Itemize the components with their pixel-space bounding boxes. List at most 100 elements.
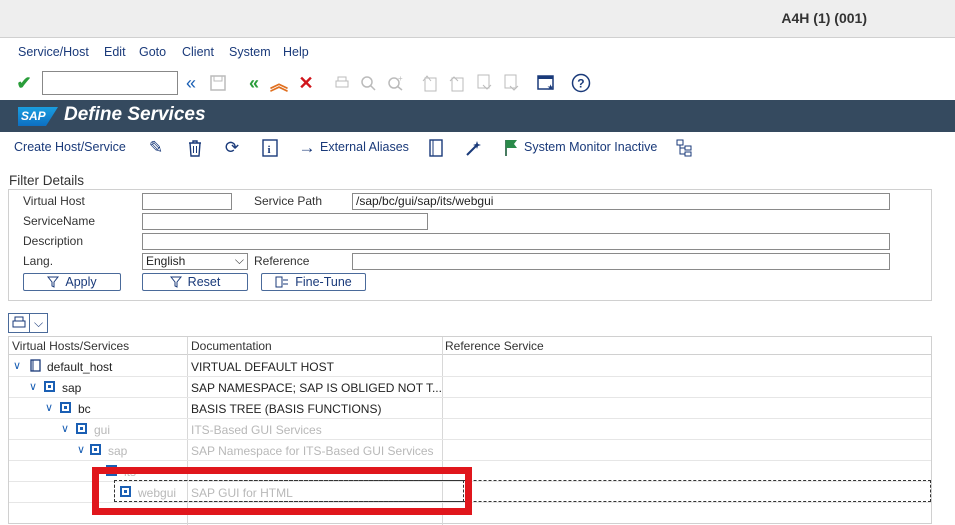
fine-tune-label: Fine-Tune <box>295 275 352 289</box>
create-session-icon[interactable]: ★ <box>535 72 557 94</box>
arrow-right-icon[interactable]: → <box>296 137 318 159</box>
print-tree-icon[interactable] <box>8 313 30 333</box>
page-title: Define Services <box>64 104 206 125</box>
command-field[interactable] <box>42 71 178 95</box>
svg-text:★: ★ <box>547 83 554 92</box>
language-value: English <box>146 254 186 268</box>
external-aliases-button[interactable]: External Aliases <box>320 140 409 154</box>
expand-toggle-icon[interactable]: ∨ <box>13 359 21 372</box>
column-header-documentation[interactable]: Documentation <box>191 339 272 353</box>
flag-icon[interactable] <box>500 137 522 159</box>
filter-details-title: Filter Details <box>9 173 85 188</box>
system-id: A4H (1) (001) <box>781 10 867 26</box>
print-icon[interactable] <box>331 72 353 94</box>
expand-toggle-icon[interactable]: ∨ <box>29 380 37 393</box>
back-icon[interactable]: « <box>243 72 265 94</box>
fine-tune-button[interactable]: Fine-Tune <box>261 273 366 291</box>
service-path-field[interactable]: /sap/bc/gui/sap/its/webgui <box>352 193 890 210</box>
apply-label: Apply <box>65 275 97 289</box>
reset-button[interactable]: Reset <box>142 273 248 291</box>
service-path-label: Service Path <box>254 194 323 208</box>
delete-icon[interactable] <box>184 137 206 159</box>
collapse-cmd-icon[interactable]: « <box>180 72 202 94</box>
menu-service-host[interactable]: Service/Host <box>18 45 89 59</box>
edit-pencil-icon[interactable]: ✎ <box>145 137 167 159</box>
node-label: sap <box>62 381 82 395</box>
node-label: sap <box>108 444 128 458</box>
column-header-reference[interactable]: Reference Service <box>445 339 544 353</box>
help-icon[interactable]: ? <box>570 72 592 94</box>
service-name-label: ServiceName <box>23 214 96 228</box>
find-icon[interactable] <box>357 72 379 94</box>
reset-label: Reset <box>187 275 221 289</box>
create-host-service-button[interactable]: Create Host/Service <box>14 140 126 154</box>
hierarchy-icon[interactable] <box>674 137 696 159</box>
menu-help[interactable]: Help <box>283 45 309 59</box>
print-dropdown-icon[interactable]: ⌵ <box>30 313 48 333</box>
refresh-icon[interactable]: ⟳ <box>221 137 243 159</box>
svg-text:i: i <box>268 144 271 156</box>
fine-tune-icon <box>275 276 289 288</box>
last-page-icon[interactable] <box>500 72 522 94</box>
virtual-host-label: Virtual Host <box>23 194 85 208</box>
tree-row[interactable]: ∨ default_host VIRTUAL DEFAULT HOST <box>9 356 931 377</box>
application-toolbar: Create Host/Service ✎ ⟳ i → External Ali… <box>0 132 955 164</box>
info-icon[interactable]: i <box>259 137 281 159</box>
reference-label: Reference <box>254 254 310 268</box>
previous-page-icon[interactable] <box>446 72 468 94</box>
expand-toggle-icon[interactable]: ∨ <box>45 401 53 414</box>
language-select[interactable]: English ⌵ <box>142 253 248 270</box>
cancel-icon[interactable]: ✕ <box>295 72 317 94</box>
menu-goto[interactable]: Goto <box>139 45 166 59</box>
next-page-icon[interactable] <box>473 72 495 94</box>
reset-filter-icon <box>169 276 182 288</box>
document-icon[interactable] <box>425 137 447 159</box>
tree-header: Virtual Hosts/Services Documentation Ref… <box>9 337 931 355</box>
language-label: Lang. <box>23 254 54 268</box>
reference-field[interactable] <box>352 253 890 270</box>
node-label: bc <box>78 402 91 416</box>
node-documentation: BASIS TREE (BASIS FUNCTIONS) <box>191 402 382 416</box>
host-icon <box>30 359 41 372</box>
service-node-icon <box>44 381 55 392</box>
service-node-icon <box>60 402 71 413</box>
window-titlebar: A4H (1) (001) <box>0 0 955 38</box>
svg-text:?: ? <box>577 77 584 91</box>
find-next-icon[interactable]: + <box>384 72 406 94</box>
menu-bar: Service/Host Edit Goto Client System Hel… <box>0 38 955 66</box>
menu-system[interactable]: System <box>229 45 271 59</box>
save-icon[interactable] <box>207 72 229 94</box>
description-field[interactable] <box>142 233 890 250</box>
first-page-icon[interactable] <box>419 72 441 94</box>
enter-check-icon[interactable]: ✔ <box>13 72 35 94</box>
service-name-field[interactable] <box>142 213 428 230</box>
expand-toggle-icon[interactable]: ∨ <box>61 422 69 435</box>
description-label: Description <box>23 234 84 248</box>
svg-text:+: + <box>398 75 403 83</box>
apply-button[interactable]: Apply <box>23 273 121 291</box>
system-monitor-button[interactable]: System Monitor Inactive <box>524 140 657 154</box>
exit-icon[interactable]: ︽ <box>268 72 290 94</box>
standard-toolbar: ✔ « « ︽ ✕ + ★ ? <box>0 66 955 100</box>
tree-row[interactable]: ∨ sap SAP Namespace for ITS-Based GUI Se… <box>9 440 931 461</box>
node-label: gui <box>94 423 111 437</box>
menu-edit[interactable]: Edit <box>104 45 126 59</box>
tree-row[interactable]: ∨ bc BASIS TREE (BASIS FUNCTIONS) <box>9 398 931 419</box>
node-documentation: SAP NAMESPACE; SAP IS OBLIGED NOT T... <box>191 381 442 395</box>
virtual-host-field[interactable] <box>142 193 232 210</box>
highlight-annotation-box <box>92 467 472 515</box>
column-header-hosts[interactable]: Virtual Hosts/Services <box>12 339 129 353</box>
expand-toggle-icon[interactable]: ∨ <box>77 443 85 456</box>
node-documentation: SAP Namespace for ITS-Based GUI Services <box>191 444 434 458</box>
menu-client[interactable]: Client <box>182 45 214 59</box>
node-documentation: ITS-Based GUI Services <box>191 423 322 437</box>
service-node-icon <box>90 444 101 455</box>
tree-row[interactable]: ∨ gui ITS-Based GUI Services <box>9 419 931 440</box>
service-node-icon <box>76 423 87 434</box>
magic-wand-icon[interactable] <box>462 137 484 159</box>
filter-icon <box>47 276 60 288</box>
node-label: default_host <box>47 360 113 374</box>
node-documentation: VIRTUAL DEFAULT HOST <box>191 360 334 374</box>
chevron-down-icon: ⌵ <box>234 253 244 267</box>
tree-row[interactable]: ∨ sap SAP NAMESPACE; SAP IS OBLIGED NOT … <box>9 377 931 398</box>
